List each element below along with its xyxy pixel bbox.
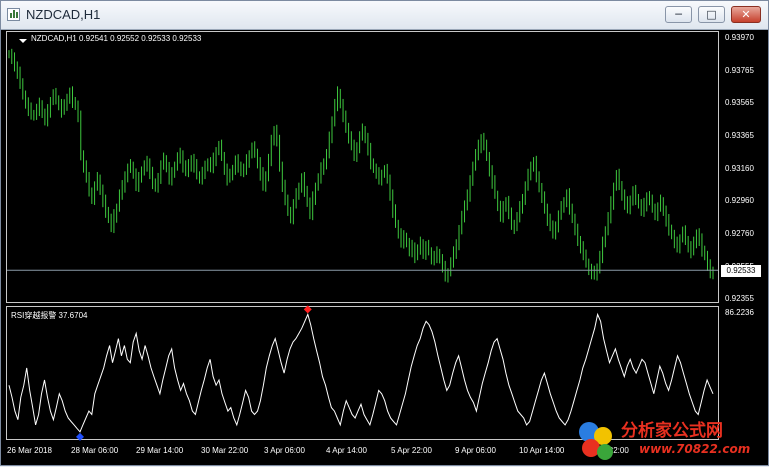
price-axis-label: 0.92960: [725, 196, 754, 206]
watermark-text: 分析家公式网: [621, 421, 723, 441]
price-axis-label: 0.93565: [725, 98, 754, 108]
price-axis-label: 0.93765: [725, 66, 754, 76]
chart-header: NZDCAD,H1 0.92541 0.92552 0.92533 0.9253…: [31, 34, 202, 43]
time-axis-label: 29 Mar 14:00: [136, 446, 184, 455]
time-axis-label: 28 Mar 06:00: [71, 446, 119, 455]
time-axis-label: 3 Apr 06:00: [264, 446, 305, 455]
buy-signal-icon: [75, 432, 84, 441]
time-axis-label: 26 Mar 2018: [7, 446, 52, 455]
chart-canvas: [7, 39, 718, 441]
chart-menu-triangle-icon[interactable]: [19, 39, 27, 43]
watermark-puzzle-icon: [579, 422, 613, 460]
sell-signal-icon: [303, 305, 312, 314]
chart-window: NZDCAD,H1 ─ □ ✕ NZDCAD,H1 0.92541 0.9255…: [0, 0, 769, 466]
time-axis-label: 30 Mar 22:00: [201, 446, 249, 455]
watermark-url: www.70822.com: [639, 442, 751, 456]
rsi-header: RSI穿越报警 37.6704: [11, 311, 88, 320]
time-axis-label: 5 Apr 22:00: [391, 446, 432, 455]
time-axis-label: 4 Apr 14:00: [326, 446, 367, 455]
time-axis-label: 9 Apr 06:00: [455, 446, 496, 455]
current-price-label: 0.92533: [721, 265, 761, 277]
price-axis-label: 0.93970: [725, 33, 754, 42]
price-axis-label: 0.93365: [725, 130, 754, 140]
price-axis-label: 0.93160: [725, 163, 754, 173]
rsi-top-label: 86.2236: [725, 308, 754, 317]
watermark-logo: 分析家公式网 www.70822.com: [569, 414, 767, 464]
price-axis-label: 0.92760: [725, 228, 754, 238]
time-axis-label: 10 Apr 14:00: [519, 446, 565, 455]
price-axis-label: 0.92355: [725, 294, 754, 303]
